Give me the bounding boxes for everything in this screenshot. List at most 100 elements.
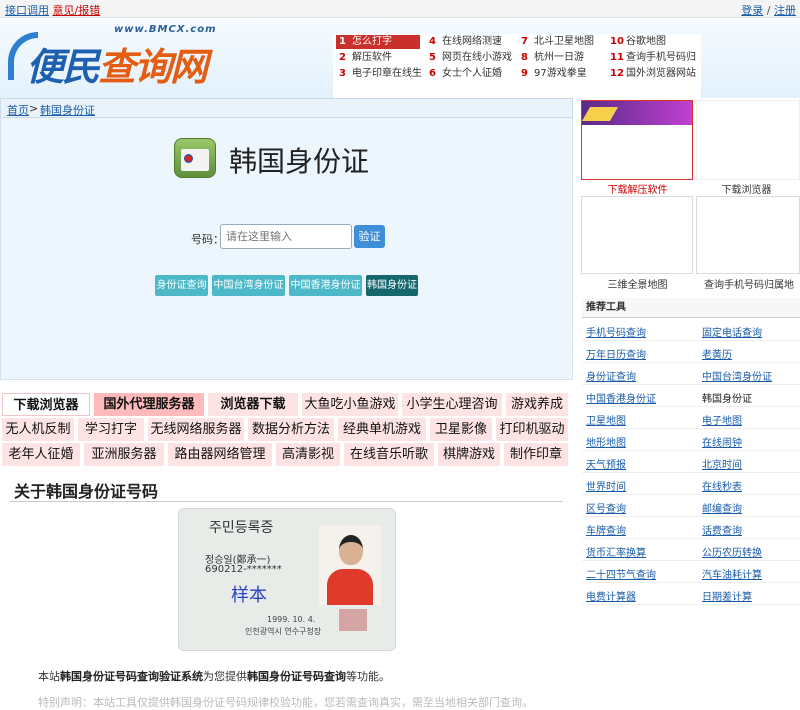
link-cell[interactable]: 高清影视 xyxy=(276,443,340,466)
link-cell[interactable]: 游戏养成 xyxy=(506,393,568,416)
tool-link[interactable]: 韩国身份证 xyxy=(702,390,752,405)
api-link[interactable]: 接口调用 xyxy=(5,4,49,17)
logo-text: 便民查询网 xyxy=(26,36,208,91)
page-title: 韩国身份证 xyxy=(229,145,370,178)
tool-link[interactable]: 手机号码查询 xyxy=(586,324,646,339)
tool-link[interactable]: 公历农历转换 xyxy=(702,544,762,559)
tool-link[interactable]: 身份证查询 xyxy=(586,368,636,383)
tool-link[interactable]: 天气预报 xyxy=(586,456,626,471)
tools-heading: 推荐工具 xyxy=(582,298,800,318)
divider xyxy=(10,501,563,502)
hot-search-list: 1 怎么打字 4 在线网络测速 7 北斗卫星地图 10 谷歌地图 2 解压软件 5 网页在线… xyxy=(333,34,701,98)
hot-item[interactable]: 7 北斗卫星地图 xyxy=(521,35,594,49)
thumb-card[interactable] xyxy=(581,196,693,274)
feedback-link[interactable]: 意见/报错 xyxy=(53,4,101,17)
account-sep: / xyxy=(763,4,774,17)
breadcrumb-current[interactable]: 韩国身份证 xyxy=(40,102,95,118)
hot-item[interactable]: 2 解压软件 xyxy=(339,51,392,65)
link-cell[interactable]: 学习打字 xyxy=(78,418,144,441)
tool-link[interactable]: 万年日历查询 xyxy=(586,346,646,361)
link-cell[interactable]: 卫星影像 xyxy=(430,418,492,441)
tool-link[interactable]: 日期差计算 xyxy=(702,588,752,603)
thumb-caption[interactable]: 下载解压软件 xyxy=(580,181,695,196)
hot-item[interactable]: 5 网页在线小游戏 xyxy=(429,51,512,65)
tool-link[interactable]: 话费查询 xyxy=(702,522,742,537)
hot-item[interactable]: 11 查询手机号码归 xyxy=(610,51,696,65)
tool-link[interactable]: 在线闹钟 xyxy=(702,434,742,449)
tool-link[interactable]: 二十四节气查询 xyxy=(586,566,656,581)
hot-item[interactable]: 1 怎么打字 xyxy=(336,35,420,49)
link-cell[interactable]: 亚洲服务器 xyxy=(84,443,164,466)
row-divider xyxy=(582,428,800,429)
link-cell[interactable]: 小学生心理咨询 xyxy=(402,393,502,416)
tool-link[interactable]: 世界时间 xyxy=(586,478,626,493)
tool-link[interactable]: 区号查询 xyxy=(586,500,626,515)
tab-hongkong-id[interactable]: 中国香港身份证 xyxy=(289,275,362,296)
link-cell[interactable]: 路由器网络管理 xyxy=(168,443,272,466)
thumb-card[interactable] xyxy=(581,100,693,180)
verify-tool-panel: 韩国身份证 号码： 验证 身份证查询 中国台湾身份证 中国香港身份证 韩国身份证 xyxy=(0,118,573,380)
link-cell[interactable]: 制作印章 xyxy=(504,443,568,466)
tool-link[interactable]: 中国台湾身份证 xyxy=(702,368,772,383)
recommended-tools: 推荐工具 手机号码查询 固定电话查询万年日历查询 老黄历身份证查询 中国台湾身份证中国… xyxy=(578,298,800,605)
tool-link[interactable]: 电子地图 xyxy=(702,412,742,427)
verify-button[interactable]: 验证 xyxy=(354,225,385,248)
tab-korea-id[interactable]: 韩国身份证 xyxy=(366,275,418,296)
hot-item[interactable]: 4 在线网络测速 xyxy=(429,35,502,49)
thumb-caption[interactable]: 三维全景地图 xyxy=(580,276,695,291)
row-divider xyxy=(582,362,800,363)
tab-taiwan-id[interactable]: 中国台湾身份证 xyxy=(212,275,285,296)
tool-link[interactable]: 电费计算器 xyxy=(586,588,636,603)
tool-link[interactable]: 邮编查询 xyxy=(702,500,742,515)
tab-id-query[interactable]: 身份证查询 xyxy=(155,275,208,296)
link-cell[interactable]: 棋牌游戏 xyxy=(438,443,500,466)
breadcrumb-home[interactable]: 首页 xyxy=(7,102,29,118)
row-divider xyxy=(582,582,800,583)
about-section: 关于韩国身份证号码 주민등록증 정승일(鄭承一) 690212-******* … xyxy=(0,471,573,709)
tool-link[interactable]: 老黄历 xyxy=(702,346,732,361)
link-cell[interactable]: 国外代理服务器 xyxy=(94,393,204,416)
login-link[interactable]: 登录 xyxy=(741,4,763,17)
logo-text-1: 便民 xyxy=(26,45,100,89)
tool-link[interactable]: 地形地图 xyxy=(586,434,626,449)
thumb-caption[interactable]: 查询手机号码归属地 xyxy=(694,276,800,291)
about-heading: 关于韩国身份证号码 xyxy=(14,482,159,501)
tool-link[interactable]: 汽车油耗计算 xyxy=(702,566,762,581)
link-cell[interactable]: 浏览器下载 xyxy=(208,393,298,416)
link-cell[interactable]: 大鱼吃小鱼游戏 xyxy=(302,393,398,416)
link-cell[interactable]: 无人机反制 xyxy=(2,418,74,441)
hot-item[interactable]: 12 国外浏览器网站 xyxy=(610,67,696,81)
sidebar: 下载解压软件 下载浏览器 三维全景地图 查询手机号码归属地 推荐工具 手机号码查… xyxy=(578,98,800,605)
thumb-card[interactable] xyxy=(696,196,800,274)
tool-link[interactable]: 卫星地图 xyxy=(586,412,626,427)
hot-item[interactable]: 8 杭州一日游 xyxy=(521,51,584,65)
link-cell[interactable]: 下载浏览器 xyxy=(2,393,90,416)
link-cell[interactable]: 无线网络服务器 xyxy=(148,418,244,441)
hot-item[interactable]: 6 女士个人征婚 xyxy=(429,67,502,81)
card-photo xyxy=(319,525,381,605)
tool-link[interactable]: 北京时间 xyxy=(702,456,742,471)
link-cell[interactable]: 打印机驱动 xyxy=(496,418,568,441)
thumb-card[interactable] xyxy=(696,100,800,180)
row-divider xyxy=(582,472,800,473)
register-link[interactable]: 注册 xyxy=(774,4,796,17)
tool-link[interactable]: 中国香港身份证 xyxy=(586,390,656,405)
id-number-input[interactable] xyxy=(220,224,352,249)
hot-item[interactable]: 3 电子印章在线生 xyxy=(339,67,422,81)
link-cell[interactable]: 数据分析方法 xyxy=(248,418,334,441)
site-logo[interactable]: www.BMCX.com 便民查询网 xyxy=(8,24,248,90)
tool-link[interactable]: 车牌查询 xyxy=(586,522,626,537)
hot-item[interactable]: 10 谷歌地图 xyxy=(610,35,666,49)
link-cell[interactable]: 在线音乐听歌 xyxy=(344,443,434,466)
tool-link[interactable]: 货币汇率换算 xyxy=(586,544,646,559)
link-cell[interactable]: 老年人征婚 xyxy=(2,443,80,466)
link-cell[interactable]: 经典单机游戏 xyxy=(338,418,426,441)
sample-mark: 样本 xyxy=(231,585,267,606)
hot-item[interactable]: 9 97游戏拳皇 xyxy=(521,67,587,81)
row-divider xyxy=(582,450,800,451)
tool-link[interactable]: 在线秒表 xyxy=(702,478,742,493)
thumb-caption[interactable]: 下载浏览器 xyxy=(694,181,799,196)
sample-id-card-image: 주민등록증 정승일(鄭承一) 690212-******* 样本 1999. 1… xyxy=(178,508,396,651)
card-date: 1999. 10. 4. xyxy=(267,615,316,624)
tool-link[interactable]: 固定电话查询 xyxy=(702,324,762,339)
